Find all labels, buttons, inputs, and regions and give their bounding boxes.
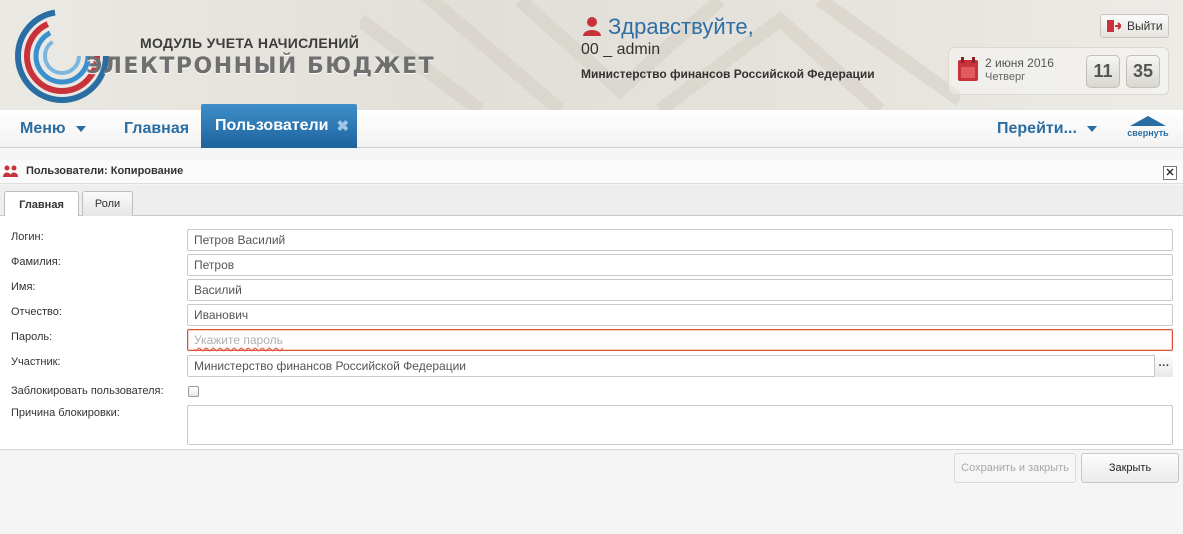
participant-label: Участник: (11, 356, 61, 368)
patronymic-label: Отчество: (11, 306, 62, 318)
current-date: 2 июня 2016 (985, 56, 1054, 70)
nav-goto[interactable]: Перейти... (997, 110, 1097, 148)
surname-field[interactable]: Петров (187, 254, 1173, 276)
tab-main[interactable]: Главная (4, 191, 79, 217)
save-and-close-button[interactable]: Сохранить и закрыть (954, 453, 1076, 483)
current-username: 00 _ admin (581, 41, 661, 58)
nav-home[interactable]: Главная (124, 110, 189, 148)
product-name: ЭЛЕКТРОННЫЙ БЮДЖЕТ (86, 54, 436, 79)
close-tab-icon[interactable]: ✖ (336, 117, 349, 135)
calendar-icon (958, 57, 978, 81)
chevron-down-icon (1086, 126, 1097, 132)
current-weekday: Четверг (985, 71, 1026, 83)
organization-name: Министерство финансов Российской Федерац… (581, 67, 875, 81)
password-label: Пароль: (11, 331, 53, 343)
clock-hours: 11 (1086, 55, 1120, 88)
collapse-label: свернуть (1127, 128, 1169, 138)
block-reason-textarea[interactable] (187, 405, 1173, 445)
nav-menu-label: Меню (20, 120, 66, 137)
login-label: Логин: (11, 231, 44, 243)
password-placeholder: Укажите пароль (194, 333, 283, 347)
block-user-label: Заблокировать пользователя: (11, 385, 164, 397)
close-button[interactable]: Закрыть (1081, 453, 1179, 483)
nav-goto-label: Перейти... (997, 120, 1077, 137)
name-label: Имя: (11, 281, 36, 293)
clock-minutes: 35 (1126, 55, 1160, 88)
logout-icon (1107, 20, 1121, 32)
form-tabs-strip (0, 185, 1183, 216)
module-name: МОДУЛЬ УЧЕТА НАЧИСЛЕНИЙ (140, 35, 360, 51)
participant-lookup-button[interactable]: ··· (1154, 355, 1173, 377)
logout-label: Выйти (1127, 19, 1163, 33)
chevron-down-icon (75, 126, 86, 132)
collapse-up-icon (1130, 116, 1166, 126)
participant-field[interactable]: Министерство финансов Российской Федерац… (187, 355, 1173, 377)
name-field[interactable]: Василий (187, 279, 1173, 301)
greeting-text: Здравствуйте, (608, 14, 754, 39)
user-icon (583, 17, 601, 36)
window-close-button[interactable]: ✕ (1163, 166, 1177, 180)
login-field[interactable]: Петров Василий (187, 229, 1173, 251)
password-field[interactable]: Укажите пароль (187, 329, 1173, 351)
tab-roles[interactable]: Роли (82, 191, 133, 216)
window-title: Пользователи: Копирование (26, 165, 184, 177)
block-reason-label: Причина блокировки: (11, 407, 120, 419)
nav-tab-users[interactable]: Пользователи ✖ (201, 104, 357, 148)
block-user-checkbox[interactable] (188, 386, 199, 397)
users-icon (3, 165, 18, 177)
logout-button[interactable]: Выйти (1100, 14, 1169, 38)
nav-tab-users-label: Пользователи (215, 117, 329, 134)
collapse-header-button[interactable]: свернуть (1124, 116, 1172, 144)
patronymic-field[interactable]: Иванович (187, 304, 1173, 326)
nav-menu[interactable]: Меню (20, 110, 86, 148)
surname-label: Фамилия: (11, 256, 61, 268)
